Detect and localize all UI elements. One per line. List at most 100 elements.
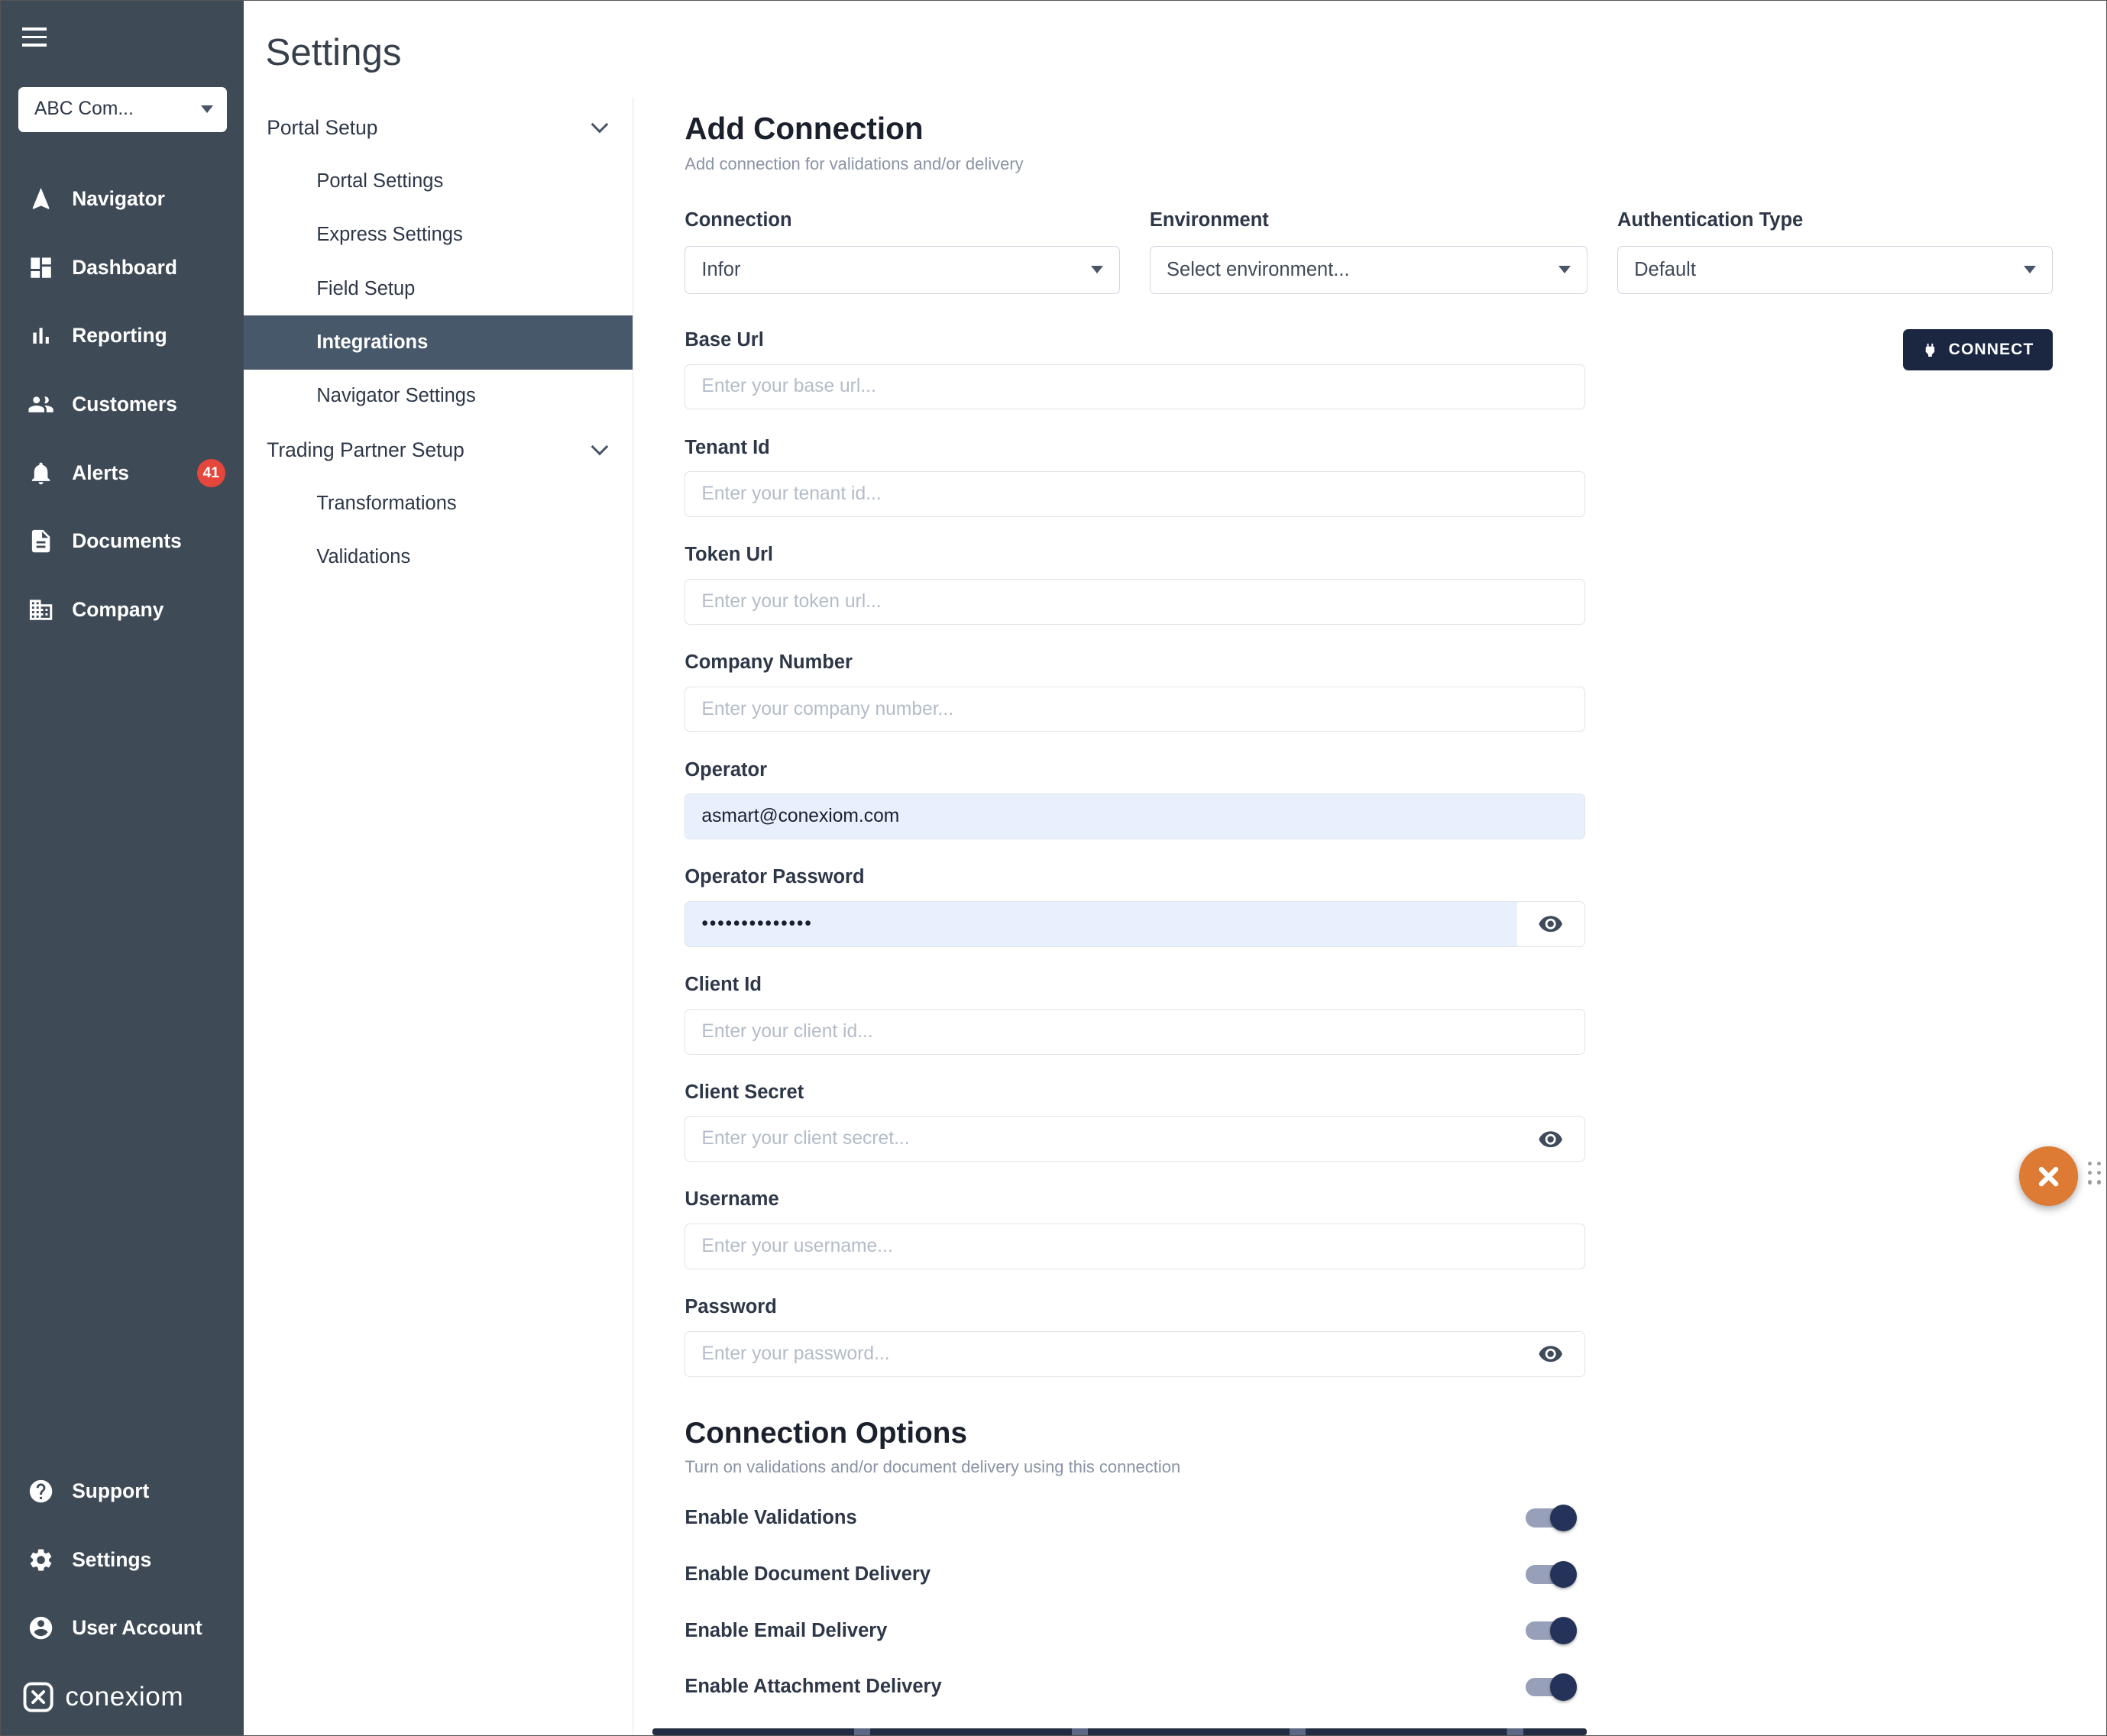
operator-password-input[interactable]	[685, 902, 1517, 946]
sidebar-item-user-account[interactable]: User Account	[1, 1594, 244, 1663]
sidebar-item-settings[interactable]: Settings	[1, 1525, 244, 1594]
settings-nav-item-express-settings[interactable]: Express Settings	[244, 209, 633, 262]
enable-validations-label: Enable Validations	[685, 1507, 856, 1529]
settings-nav-item-integrations[interactable]: Integrations	[244, 315, 633, 369]
alerts-icon	[28, 460, 54, 487]
enable-email-delivery-toggle[interactable]	[1526, 1621, 1574, 1641]
client-secret-visibility-button[interactable]	[1517, 1117, 1584, 1161]
password-visibility-button[interactable]	[1517, 1332, 1584, 1376]
sidebar-item-company[interactable]: Company	[1, 576, 244, 645]
settings-nav-section-trading-partner-setup[interactable]: Trading Partner Setup	[244, 423, 633, 477]
connection-options-title: Connection Options	[685, 1414, 2106, 1452]
chevron-down-icon	[201, 105, 213, 113]
section-label: Trading Partner Setup	[267, 438, 464, 462]
eye-icon	[1538, 1341, 1563, 1366]
sidebar-item-alerts[interactable]: Alerts 41	[1, 438, 244, 507]
main-area: Settings Portal Setup Portal Settings Ex…	[244, 1, 2106, 1735]
x-icon	[2035, 1163, 2062, 1190]
settings-nav-item-field-setup[interactable]: Field Setup	[244, 262, 633, 315]
enable-document-delivery-label: Enable Document Delivery	[685, 1563, 931, 1586]
authentication-type-label: Authentication Type	[1617, 209, 2053, 232]
authentication-type-select[interactable]: Default	[1617, 246, 2053, 294]
sidebar-item-label: Dashboard	[72, 256, 177, 280]
tenant-id-label: Tenant Id	[685, 437, 1585, 460]
reporting-icon	[28, 322, 54, 349]
operator-input[interactable]	[685, 794, 1584, 839]
connect-button[interactable]: CONNECT	[1903, 329, 2053, 371]
operator-password-label: Operator Password	[685, 866, 1585, 889]
client-id-label: Client Id	[685, 974, 1585, 997]
token-url-input[interactable]	[685, 579, 1585, 625]
documents-icon	[28, 528, 54, 554]
gear-icon	[28, 1547, 54, 1573]
connection-select-value: Infor	[701, 259, 740, 281]
settings-nav: Portal Setup Portal Settings Express Set…	[244, 98, 633, 1734]
plug-icon	[1921, 341, 1939, 359]
settings-nav-item-transformations[interactable]: Transformations	[244, 477, 633, 530]
company-number-label: Company Number	[685, 651, 1585, 674]
sidebar-item-label: Reporting	[72, 324, 167, 348]
help-icon	[28, 1478, 54, 1505]
sidebar-item-support[interactable]: Support	[1, 1457, 244, 1526]
conexiom-widget-button[interactable]	[2019, 1146, 2078, 1205]
token-url-label: Token Url	[685, 544, 1585, 567]
eye-icon	[1538, 1127, 1563, 1152]
enable-validations-toggle[interactable]	[1526, 1508, 1574, 1527]
tenant-id-input[interactable]	[685, 471, 1585, 517]
connection-options-subtitle: Turn on validations and/or document deli…	[685, 1457, 2106, 1477]
company-number-input[interactable]	[685, 687, 1585, 732]
logo-text: conexiom	[65, 1682, 183, 1712]
widget-drag-handle[interactable]	[2088, 1162, 2102, 1185]
sidebar-item-label: Support	[72, 1479, 149, 1503]
chevron-down-icon	[2024, 266, 2036, 273]
section-label: Portal Setup	[267, 116, 377, 140]
sidebar-item-documents[interactable]: Documents	[1, 507, 244, 576]
sidebar-item-dashboard[interactable]: Dashboard	[1, 233, 244, 302]
settings-nav-item-portal-settings[interactable]: Portal Settings	[244, 154, 633, 208]
password-input[interactable]	[685, 1332, 1517, 1376]
operator-password-visibility-button[interactable]	[1517, 902, 1584, 946]
environment-select[interactable]: Select environment...	[1150, 246, 1588, 294]
conexiom-logo-icon	[22, 1681, 54, 1713]
chevron-down-icon	[591, 438, 608, 455]
company-selector[interactable]: ABC Com...	[18, 87, 227, 133]
enable-document-delivery-toggle[interactable]	[1526, 1565, 1574, 1584]
page-header: Settings	[244, 1, 2106, 98]
sidebar-nav: Navigator Dashboard Reporting Customers …	[1, 165, 244, 645]
authentication-type-select-value: Default	[1634, 259, 1696, 281]
environment-select-value: Select environment...	[1167, 259, 1350, 281]
environment-label: Environment	[1150, 209, 1588, 232]
alerts-badge: 41	[197, 459, 225, 487]
settings-nav-item-validations[interactable]: Validations	[244, 531, 633, 584]
user-icon	[28, 1615, 54, 1641]
menu-button[interactable]	[22, 22, 54, 52]
base-url-input[interactable]	[685, 364, 1585, 410]
enable-attachment-delivery-label: Enable Attachment Delivery	[685, 1676, 941, 1698]
hamburger-icon	[22, 27, 47, 31]
username-input[interactable]	[685, 1224, 1585, 1269]
sidebar-item-customers[interactable]: Customers	[1, 370, 244, 439]
sidebar-item-reporting[interactable]: Reporting	[1, 302, 244, 370]
sidebar-item-label: User Account	[72, 1616, 202, 1640]
sidebar-item-navigator[interactable]: Navigator	[1, 165, 244, 234]
chevron-down-icon	[1091, 266, 1103, 273]
password-label: Password	[685, 1296, 1585, 1319]
company-selector-value: ABC Com...	[34, 99, 134, 120]
app-window: ABC Com... Navigator Dashboard Reporting…	[0, 0, 2107, 1736]
navigator-icon	[28, 186, 54, 212]
form-subtitle: Add connection for validations and/or de…	[685, 154, 2106, 174]
enable-attachment-delivery-toggle[interactable]	[1526, 1678, 1574, 1697]
client-secret-input[interactable]	[685, 1117, 1517, 1161]
conexiom-logo: conexiom	[1, 1663, 244, 1735]
form-title: Add Connection	[685, 108, 2106, 149]
eye-icon	[1538, 911, 1563, 936]
sidebar-item-label: Documents	[72, 529, 182, 553]
settings-nav-item-navigator-settings[interactable]: Navigator Settings	[244, 370, 633, 423]
username-label: Username	[685, 1188, 1585, 1211]
settings-nav-section-portal-setup[interactable]: Portal Setup	[244, 101, 633, 154]
base-url-label: Base Url	[685, 329, 1585, 352]
client-id-input[interactable]	[685, 1009, 1585, 1055]
page-title: Settings	[266, 31, 2107, 74]
sidebar-item-label: Company	[72, 598, 163, 622]
connection-select[interactable]: Infor	[685, 246, 1120, 294]
